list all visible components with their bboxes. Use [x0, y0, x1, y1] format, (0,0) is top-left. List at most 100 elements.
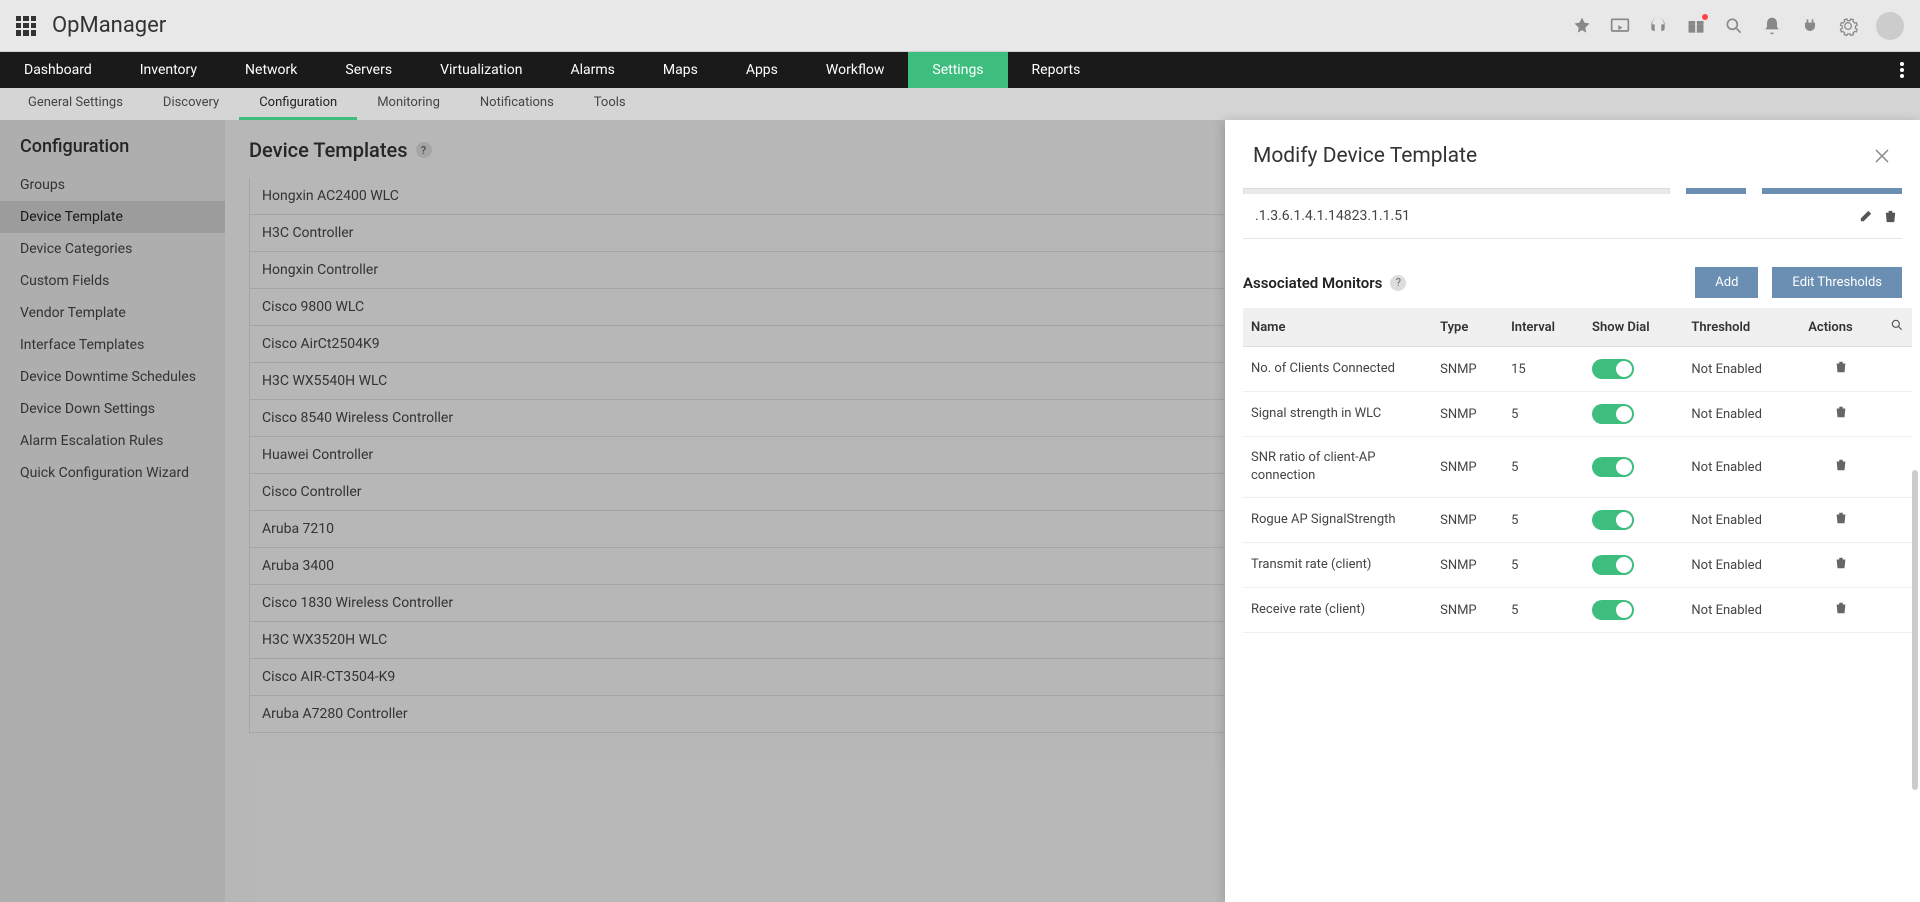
col-showdial[interactable]: Show Dial	[1584, 308, 1683, 347]
main-nav: Dashboard Inventory Network Servers Virt…	[0, 52, 1920, 88]
monitor-row: Transmit rate (client)SNMP5Not Enabled	[1243, 543, 1912, 588]
monitor-interval: 5	[1503, 543, 1584, 588]
monitor-type: SNMP	[1432, 437, 1503, 498]
monitor-showdial	[1584, 437, 1683, 498]
monitor-showdial	[1584, 543, 1683, 588]
monitor-threshold: Not Enabled	[1683, 437, 1800, 498]
monitor-actions	[1800, 437, 1882, 498]
rocket-icon[interactable]	[1572, 16, 1592, 36]
edit-icon[interactable]	[1858, 209, 1873, 224]
plug-icon[interactable]	[1800, 16, 1820, 36]
monitor-row: Signal strength in WLCSNMP5Not Enabled	[1243, 392, 1912, 437]
trash-icon[interactable]	[1834, 511, 1848, 525]
monitor-interval: 5	[1503, 437, 1584, 498]
monitor-actions	[1800, 543, 1882, 588]
toggle-switch[interactable]	[1592, 600, 1634, 620]
nav-more-icon[interactable]	[1884, 52, 1920, 88]
sub-nav: General Settings Discovery Configuration…	[0, 88, 1920, 120]
trash-icon[interactable]	[1834, 601, 1848, 615]
monitor-type: SNMP	[1432, 498, 1503, 543]
monitor-threshold: Not Enabled	[1683, 543, 1800, 588]
toggle-switch[interactable]	[1592, 457, 1634, 477]
nav-alarms[interactable]: Alarms	[546, 52, 638, 88]
trash-icon[interactable]	[1834, 556, 1848, 570]
subnav-notifications[interactable]: Notifications	[460, 88, 574, 120]
nav-apps[interactable]: Apps	[722, 52, 802, 88]
subnav-monitoring[interactable]: Monitoring	[357, 88, 460, 120]
monitor-threshold: Not Enabled	[1683, 498, 1800, 543]
monitors-table: Name Type Interval Show Dial Threshold A…	[1243, 308, 1912, 633]
nav-maps[interactable]: Maps	[639, 52, 722, 88]
col-name[interactable]: Name	[1243, 308, 1432, 347]
nav-inventory[interactable]: Inventory	[116, 52, 221, 88]
scrollbar[interactable]	[1912, 470, 1918, 790]
trash-icon[interactable]	[1834, 360, 1848, 374]
monitor-threshold: Not Enabled	[1683, 588, 1800, 633]
screen-icon[interactable]	[1610, 16, 1630, 36]
monitor-type: SNMP	[1432, 543, 1503, 588]
apps-grid-icon[interactable]	[16, 16, 36, 36]
header-actions	[1572, 12, 1904, 40]
nav-settings[interactable]: Settings	[908, 52, 1007, 88]
monitor-name: No. of Clients Connected	[1243, 347, 1432, 392]
help-icon[interactable]: ?	[1390, 275, 1406, 291]
subnav-general[interactable]: General Settings	[8, 88, 143, 120]
subnav-configuration[interactable]: Configuration	[239, 88, 357, 120]
monitors-title: Associated Monitors	[1243, 274, 1382, 292]
monitor-name: Signal strength in WLC	[1243, 392, 1432, 437]
monitor-row: No. of Clients ConnectedSNMP15Not Enable…	[1243, 347, 1912, 392]
oid-section: .1.3.6.1.4.1.14823.1.1.51	[1225, 186, 1920, 239]
toggle-switch[interactable]	[1592, 510, 1634, 530]
monitor-showdial	[1584, 588, 1683, 633]
search-icon[interactable]	[1724, 16, 1744, 36]
gift-icon[interactable]	[1686, 16, 1706, 36]
monitor-actions	[1800, 347, 1882, 392]
monitor-showdial	[1584, 347, 1683, 392]
oid-input-stub[interactable]	[1243, 188, 1670, 194]
top-header: OpManager	[0, 0, 1920, 52]
nav-dashboard[interactable]: Dashboard	[0, 52, 116, 88]
slide-header: Modify Device Template	[1225, 120, 1920, 186]
nav-reports[interactable]: Reports	[1008, 52, 1105, 88]
nav-servers[interactable]: Servers	[321, 52, 416, 88]
toggle-switch[interactable]	[1592, 359, 1634, 379]
oid-button-stub-2[interactable]	[1762, 188, 1902, 194]
toggle-switch[interactable]	[1592, 404, 1634, 424]
gear-icon[interactable]	[1838, 16, 1858, 36]
close-icon[interactable]	[1872, 146, 1892, 166]
modify-template-panel: Modify Device Template .1.3.6.1.4.1.1482…	[1225, 120, 1920, 902]
headset-icon[interactable]	[1648, 16, 1668, 36]
nav-workflow[interactable]: Workflow	[802, 52, 909, 88]
trash-icon[interactable]	[1834, 458, 1848, 472]
monitor-name: Rogue AP SignalStrength	[1243, 498, 1432, 543]
col-interval[interactable]: Interval	[1503, 308, 1584, 347]
monitor-interval: 5	[1503, 498, 1584, 543]
col-type[interactable]: Type	[1432, 308, 1503, 347]
monitor-interval: 15	[1503, 347, 1584, 392]
monitor-type: SNMP	[1432, 588, 1503, 633]
monitor-row: SNR ratio of client-AP connectionSNMP5No…	[1243, 437, 1912, 498]
edit-thresholds-button[interactable]: Edit Thresholds	[1772, 267, 1902, 298]
nav-network[interactable]: Network	[221, 52, 321, 88]
trash-icon[interactable]	[1883, 209, 1898, 224]
oid-button-stub-1[interactable]	[1686, 188, 1746, 194]
trash-icon[interactable]	[1834, 405, 1848, 419]
subnav-tools[interactable]: Tools	[574, 88, 646, 120]
monitor-actions	[1800, 392, 1882, 437]
subnav-discovery[interactable]: Discovery	[143, 88, 239, 120]
monitor-actions	[1800, 588, 1882, 633]
logo: OpManager	[52, 13, 166, 38]
monitor-type: SNMP	[1432, 392, 1503, 437]
content-area: Configuration Groups Device Template Dev…	[0, 120, 1920, 902]
oid-value: .1.3.6.1.4.1.14823.1.1.51	[1247, 208, 1858, 224]
monitor-threshold: Not Enabled	[1683, 392, 1800, 437]
column-search-icon[interactable]	[1882, 308, 1912, 347]
user-avatar[interactable]	[1876, 12, 1904, 40]
monitor-threshold: Not Enabled	[1683, 347, 1800, 392]
toggle-switch[interactable]	[1592, 555, 1634, 575]
col-threshold[interactable]: Threshold	[1683, 308, 1800, 347]
nav-virtualization[interactable]: Virtualization	[416, 52, 546, 88]
col-actions: Actions	[1800, 308, 1882, 347]
add-button[interactable]: Add	[1695, 267, 1758, 298]
bell-icon[interactable]	[1762, 16, 1782, 36]
